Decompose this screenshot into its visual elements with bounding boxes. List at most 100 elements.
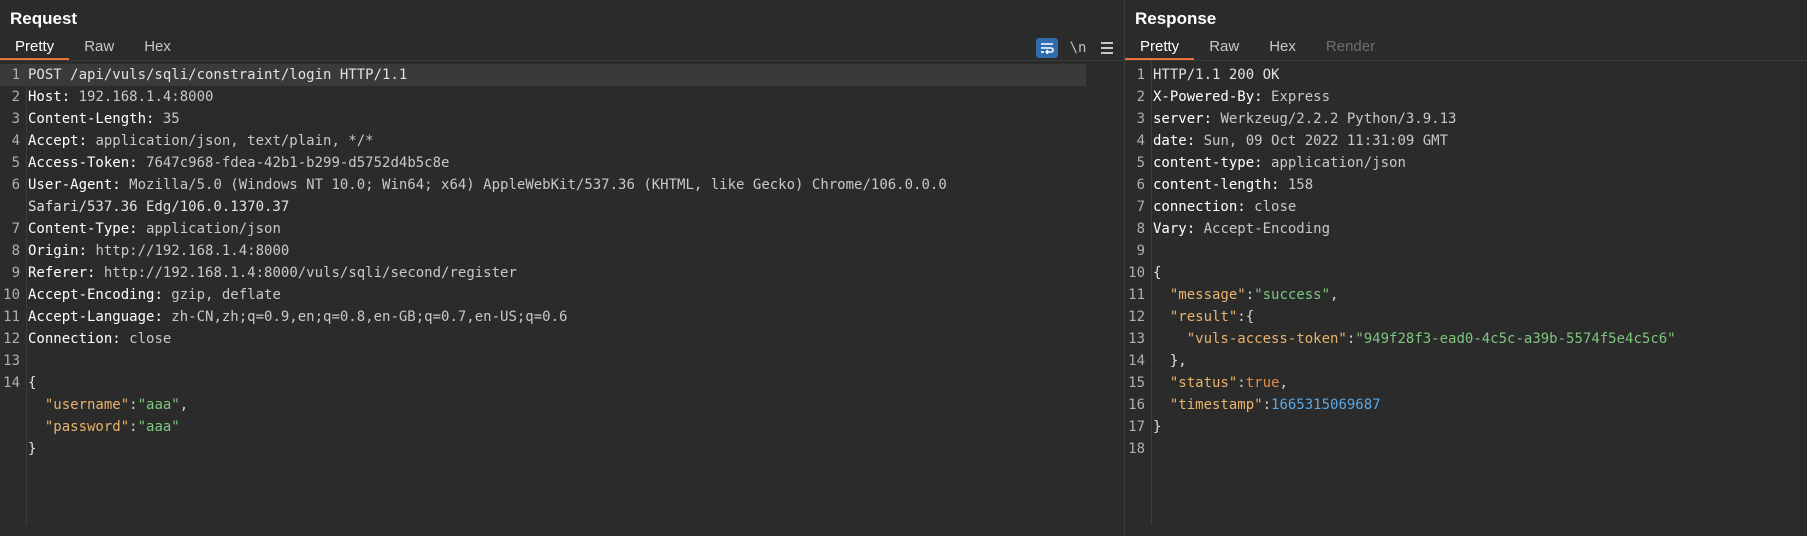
tab-pretty[interactable]: Pretty (0, 36, 70, 60)
header-name: date (1153, 133, 1187, 149)
header-value: Mozilla/5.0 (Windows NT 10.0; Win64; x64… (120, 177, 947, 193)
line-number: 1 (1136, 67, 1145, 83)
code-line: 12 Connection: close (0, 328, 1124, 350)
line-content: X-Powered-By: Express (1153, 86, 1330, 108)
response-pane: Response Pretty Raw Hex Render 1 HTTP/1.1 20… (1125, 0, 1807, 536)
line-number: 12 (3, 331, 20, 347)
json-string: "success" (1254, 287, 1331, 303)
response-title: Response (1135, 9, 1217, 28)
code-line: 3 Content-Length: 35 (0, 108, 1124, 130)
header-value: close (1245, 199, 1297, 215)
code-line: 2 X-Powered-By: Express (1125, 86, 1807, 108)
line-content: connection: close (1153, 196, 1296, 218)
code-line: 7 Content-Type: application/json (0, 218, 1124, 240)
header-colon: : (1254, 155, 1263, 171)
header-colon: : (154, 309, 163, 325)
newline-toggle-button[interactable]: \n (1066, 38, 1090, 58)
header-colon: : (1237, 199, 1246, 215)
code-line: "username":"aaa", (0, 394, 1124, 416)
header-name: Accept-Encoding (28, 287, 155, 303)
json-punct: , (1279, 375, 1288, 391)
tab-raw[interactable]: Raw (69, 36, 129, 60)
line-content: User-Agent: Mozilla/5.0 (Windows NT 10.0… (28, 174, 947, 196)
tab-pretty[interactable]: Pretty (1125, 36, 1195, 60)
line-content: Accept-Encoding: gzip, deflate (28, 284, 281, 306)
line-content: Accept: application/json, text/plain, */… (28, 130, 374, 152)
line-content: POST /api/vuls/sqli/constraint/login HTT… (28, 64, 407, 86)
line-content: Vary: Accept-Encoding (1153, 218, 1330, 240)
line-text: HTTP/1.1 200 OK (1153, 67, 1280, 83)
line-content: Safari/537.36 Edg/106.0.1370.37 (28, 196, 289, 218)
line-content: Accept-Language: zh-CN,zh;q=0.9,en;q=0.8… (28, 306, 567, 328)
request-title: Request (10, 9, 78, 28)
line-number: 2 (1136, 89, 1145, 105)
json-punct: , (1330, 287, 1339, 303)
header-name: Accept-Language (28, 309, 155, 325)
json-key: "timestamp" (1169, 397, 1263, 413)
header-name: server (1153, 111, 1204, 127)
header-value: Accept-Encoding (1195, 221, 1331, 237)
line-text: }, (1153, 353, 1187, 369)
line-content: date: Sun, 09 Oct 2022 11:31:09 GMT (1153, 130, 1448, 152)
line-number: 6 (1136, 177, 1145, 193)
line-content: content-type: application/json (1153, 152, 1406, 174)
header-colon: : (112, 331, 121, 347)
tab-hex[interactable]: Hex (1254, 36, 1311, 60)
line-text: } (1153, 419, 1162, 435)
code-line: 2 Host: 192.168.1.4:8000 (0, 86, 1124, 108)
line-content: content-length: 158 (1153, 174, 1313, 196)
request-toolbar: \n (1036, 36, 1116, 60)
json-colon: : (1237, 375, 1246, 391)
header-value: zh-CN,zh;q=0.9,en;q=0.8,en-GB;q=0.7,en-U… (162, 309, 568, 325)
code-line: 10 { (1125, 262, 1807, 284)
line-content: Referer: http://192.168.1.4:8000/vuls/sq… (28, 262, 517, 284)
header-colon: : (1203, 111, 1213, 127)
header-colon: : (154, 287, 163, 303)
line-content: "username":"aaa", (28, 394, 188, 416)
json-string: "949f28f3-ead0-4c5c-a39b-5574f5e4c5c6" (1355, 331, 1676, 347)
code-line: } (0, 438, 1124, 460)
header-name: content-type (1153, 155, 1255, 171)
line-content: "status":true, (1153, 372, 1288, 394)
header-name: Content-Length (28, 111, 147, 127)
code-line: 4 Accept: application/json, text/plain, *… (0, 130, 1124, 152)
line-content: } (28, 438, 36, 460)
code-line: 9 (1125, 240, 1807, 262)
line-text: } (28, 441, 37, 457)
code-line: 18 (1125, 438, 1807, 460)
line-number: 18 (1128, 441, 1145, 457)
wrap-lines-icon[interactable] (1036, 38, 1058, 58)
http-message-viewer: Request Pretty Raw Hex \n 1 POST /api/vul (0, 0, 1807, 536)
line-number (0, 394, 28, 416)
code-line: 11 Accept-Language: zh-CN,zh;q=0.9,en;q=0… (0, 306, 1124, 328)
tab-render[interactable]: Render (1311, 36, 1390, 60)
hamburger-menu-icon[interactable] (1098, 38, 1116, 58)
header-value: 158 (1279, 177, 1314, 193)
json-punct: , (179, 397, 189, 413)
request-pane: Request Pretty Raw Hex \n 1 POST /api/vul (0, 0, 1124, 536)
header-value: 192.168.1.4:8000 (70, 89, 214, 105)
request-editor[interactable]: 1 POST /api/vuls/sqli/constraint/login HT… (0, 61, 1124, 524)
line-number: 11 (3, 309, 20, 325)
json-string: "aaa" (137, 397, 180, 413)
header-name: Access-Token (28, 155, 130, 171)
line-number: 13 (3, 353, 20, 369)
header-colon: : (1254, 89, 1263, 105)
response-editor[interactable]: 1 HTTP/1.1 200 OK 2 X-Powered-By: Express 3 s… (1125, 61, 1807, 524)
tab-hex[interactable]: Hex (129, 36, 186, 60)
line-number: 10 (1128, 265, 1145, 281)
line-text: Safari/537.36 Edg/106.0.1370.37 (28, 199, 290, 215)
line-number: 8 (1136, 221, 1145, 237)
header-value: Werkzeug/2.2.2 Python/3.9.13 (1212, 111, 1457, 127)
code-line: Safari/537.36 Edg/106.0.1370.37 (0, 196, 1124, 218)
header-value: http://192.168.1.4:8000/vuls/sqli/second… (95, 265, 517, 281)
line-content: "password":"aaa" (28, 416, 180, 438)
line-content: Connection: close (28, 328, 171, 350)
code-line: 4 date: Sun, 09 Oct 2022 11:31:09 GMT (1125, 130, 1807, 152)
json-key: "password" (44, 419, 130, 435)
json-colon: : (129, 397, 138, 413)
header-colon: : (112, 177, 121, 193)
tab-raw[interactable]: Raw (1194, 36, 1254, 60)
